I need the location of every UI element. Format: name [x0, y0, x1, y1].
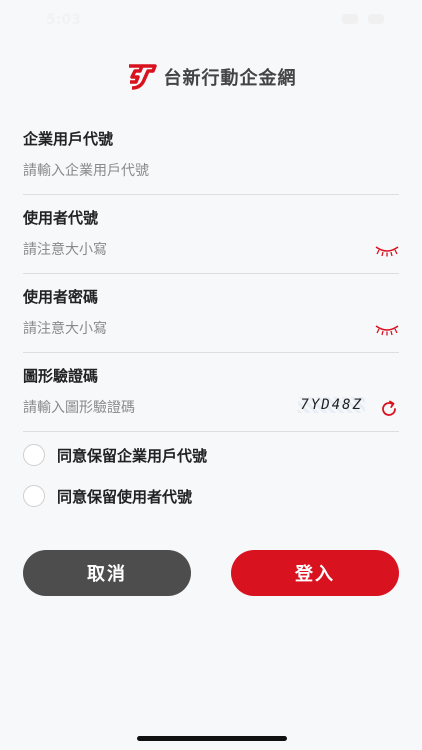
checkbox-circle[interactable]: [23, 444, 45, 466]
wifi-icon: [342, 14, 358, 24]
company-id-label: 企業用戶代號: [23, 130, 114, 148]
user-id-label: 使用者代號: [23, 209, 99, 227]
eye-closed-icon[interactable]: [375, 245, 399, 257]
status-time: 5:03: [46, 12, 81, 28]
refresh-icon[interactable]: [379, 399, 399, 419]
captcha-field: 圖形驗證碼 7YD48Z: [23, 365, 399, 432]
status-bar: 5:03: [0, 0, 422, 44]
captcha-input[interactable]: [23, 395, 263, 421]
remember-company-label: 同意保留企業用戶代號: [57, 446, 208, 465]
company-id-field: 企業用戶代號: [23, 128, 399, 195]
password-field: 使用者密碼: [23, 286, 399, 353]
battery-icon: [368, 14, 384, 24]
user-id-field: 使用者代號: [23, 207, 399, 274]
remember-user-checkbox[interactable]: 同意保留使用者代號: [23, 484, 192, 508]
password-input[interactable]: [23, 316, 353, 342]
captcha-image: 7YD48Z: [298, 397, 365, 413]
checkbox-circle[interactable]: [23, 485, 45, 507]
cancel-button[interactable]: 取消: [23, 550, 191, 596]
brand-name: 台新行動企金網: [163, 68, 297, 89]
home-indicator: [137, 736, 287, 741]
status-icons: [342, 14, 384, 24]
password-label: 使用者密碼: [23, 288, 99, 306]
brand-header: 台新行動企金網: [0, 62, 422, 92]
company-id-input[interactable]: [23, 158, 353, 184]
remember-company-checkbox[interactable]: 同意保留企業用戶代號: [23, 443, 207, 467]
taishin-logo-icon: [128, 64, 157, 90]
user-id-input[interactable]: [23, 237, 353, 263]
captcha-label: 圖形驗證碼: [23, 367, 99, 385]
login-button[interactable]: 登入: [231, 550, 399, 596]
remember-user-label: 同意保留使用者代號: [57, 487, 193, 506]
eye-closed-icon[interactable]: [375, 324, 399, 336]
